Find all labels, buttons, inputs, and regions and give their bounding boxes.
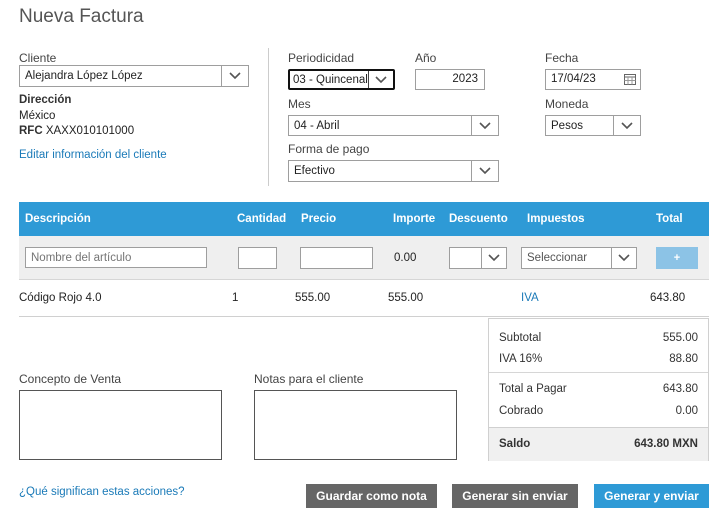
- iva-label: IVA 16%: [499, 353, 543, 365]
- date-input[interactable]: 17/04/23: [545, 69, 641, 90]
- rfc-value: XAXX010101000: [45, 125, 135, 137]
- col-quantity: Cantidad: [237, 213, 287, 225]
- concept-textarea[interactable]: [19, 390, 222, 460]
- paid-row: Cobrado 0.00: [499, 405, 698, 417]
- chevron-down-icon: [471, 161, 498, 181]
- chevron-down-icon: [611, 248, 636, 268]
- col-total: Total: [656, 213, 683, 225]
- row-total: 643.80: [650, 292, 686, 304]
- row-amount: 555.00: [388, 292, 424, 304]
- item-discount-select[interactable]: [449, 247, 507, 269]
- row-description: Código Rojo 4.0: [19, 292, 102, 304]
- periodicity-select[interactable]: 03 - Quincenal: [288, 69, 395, 90]
- balance-value: 643.80 MXN: [634, 438, 698, 450]
- rfc-label: RFC: [19, 125, 43, 137]
- year-label: Año: [415, 51, 437, 65]
- row-price: 555.00: [295, 292, 331, 304]
- subtotal-value: 555.00: [662, 332, 698, 344]
- total-value: 643.80: [662, 383, 698, 395]
- notes-textarea[interactable]: [254, 390, 457, 460]
- currency-select[interactable]: Pesos: [545, 115, 641, 136]
- item-amount-value: 0.00: [394, 252, 417, 264]
- col-price: Precio: [301, 213, 337, 225]
- iva-value: 88.80: [669, 353, 698, 365]
- summary-divider: [489, 372, 708, 373]
- chevron-down-icon: [481, 248, 506, 268]
- col-description: Descripción: [25, 213, 91, 225]
- item-quantity-input[interactable]: [238, 247, 277, 269]
- payment-value: Efectivo: [294, 165, 335, 177]
- iva-row: IVA 16% 88.80: [499, 353, 698, 365]
- col-amount: Importe: [393, 213, 436, 225]
- calendar-icon[interactable]: [624, 74, 636, 85]
- chevron-down-icon: [221, 66, 248, 86]
- vertical-divider: [268, 48, 269, 186]
- table-bottom-divider: [19, 316, 709, 317]
- add-item-button[interactable]: +: [656, 247, 698, 269]
- row-quantity: 1: [232, 292, 239, 304]
- notes-label: Notas para el cliente: [254, 372, 364, 386]
- item-taxes-select[interactable]: Seleccionar: [521, 247, 637, 269]
- paid-label: Cobrado: [499, 405, 544, 417]
- payment-label: Forma de pago: [288, 142, 370, 156]
- client-label: Cliente: [19, 51, 57, 65]
- paid-value: 0.00: [675, 405, 698, 417]
- concept-label: Concepto de Venta: [19, 372, 122, 386]
- periodicity-value: 03 - Quincenal: [293, 73, 368, 86]
- row-taxes-link[interactable]: IVA: [521, 292, 539, 304]
- save-as-note-button[interactable]: Guardar como nota: [306, 484, 437, 508]
- chevron-down-icon: [613, 116, 640, 135]
- taxes-placeholder: Seleccionar: [527, 252, 588, 264]
- chevron-down-icon: [368, 71, 393, 88]
- subtotal-row: Subtotal 555.00: [499, 332, 698, 344]
- date-value: 17/04/23: [551, 73, 596, 85]
- edit-client-link[interactable]: Editar información del cliente: [19, 149, 167, 161]
- client-country: México: [19, 110, 56, 122]
- page-title: Nueva Factura: [19, 6, 144, 27]
- currency-value: Pesos: [551, 119, 583, 132]
- total-row: Total a Pagar 643.80: [499, 383, 698, 395]
- item-name-input[interactable]: [25, 247, 207, 268]
- month-value: 04 - Abril: [294, 119, 340, 132]
- client-value: Alejandra López López: [25, 70, 143, 82]
- payment-select[interactable]: Efectivo: [288, 160, 499, 182]
- table-row: Código Rojo 4.0 1 555.00 555.00 IVA 643.…: [19, 282, 709, 316]
- item-price-input[interactable]: [300, 247, 373, 269]
- address-label: Dirección: [19, 94, 72, 106]
- subtotal-label: Subtotal: [499, 332, 542, 344]
- chevron-down-icon: [471, 116, 498, 135]
- generate-and-send-button[interactable]: Generar y enviar: [594, 484, 709, 508]
- month-label: Mes: [288, 97, 311, 111]
- year-input[interactable]: 2023: [415, 69, 485, 90]
- totals-summary: Subtotal 555.00 IVA 16% 88.80 Total a Pa…: [488, 318, 709, 461]
- client-select[interactable]: Alejandra López López: [19, 65, 249, 87]
- periodicity-label: Periodicidad: [288, 51, 355, 65]
- date-label: Fecha: [545, 51, 579, 65]
- balance-row: Saldo 643.80 MXN: [489, 427, 708, 461]
- col-discount: Descuento: [449, 213, 508, 225]
- balance-label: Saldo: [499, 438, 531, 450]
- items-table-header: Descripción Cantidad Precio Importe Desc…: [19, 202, 709, 236]
- month-select[interactable]: 04 - Abril: [288, 115, 499, 136]
- col-taxes: Impuestos: [527, 213, 585, 225]
- currency-label: Moneda: [545, 97, 589, 111]
- help-actions-link[interactable]: ¿Qué significan estas acciones?: [19, 486, 185, 498]
- total-label: Total a Pagar: [499, 383, 567, 395]
- client-rfc: RFC XAXX010101000: [19, 125, 134, 137]
- generate-without-sending-button[interactable]: Generar sin enviar: [452, 484, 578, 508]
